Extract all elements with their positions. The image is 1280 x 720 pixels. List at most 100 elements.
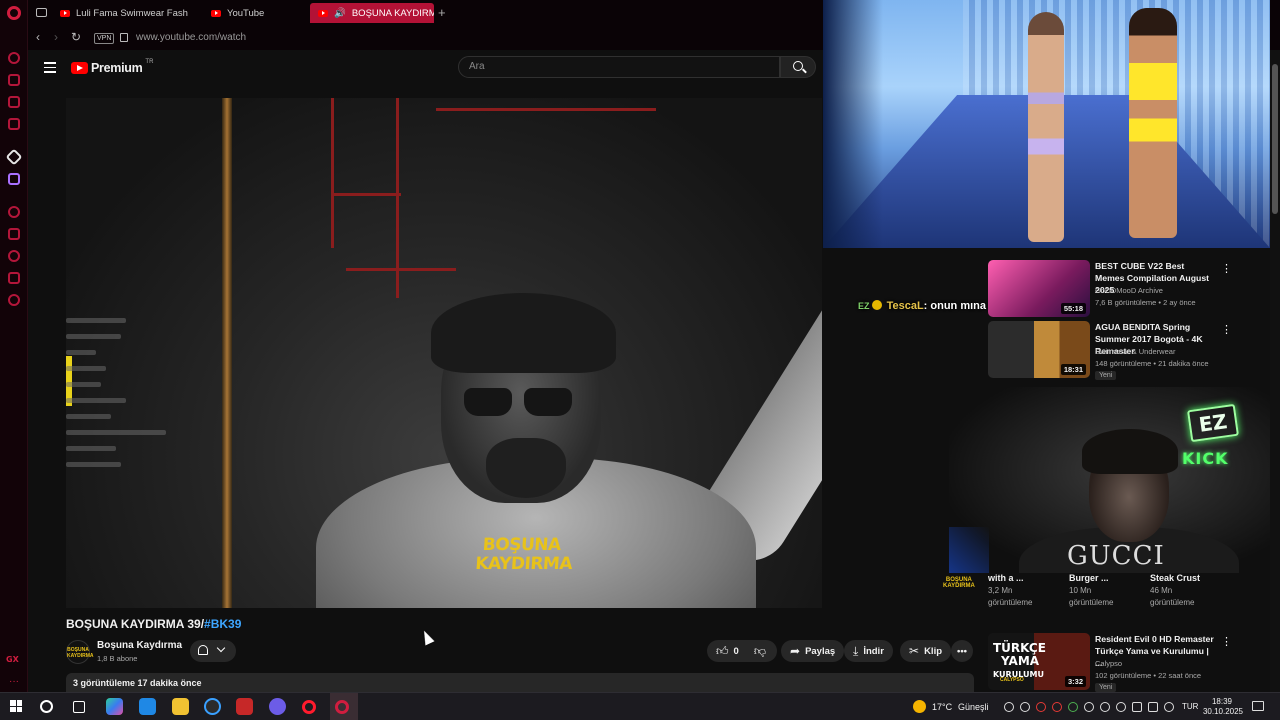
search-input[interactable]: Ara bbox=[458, 56, 780, 78]
more-icon[interactable]: ··· bbox=[9, 676, 19, 687]
discord-icon[interactable] bbox=[269, 698, 286, 715]
video-thumbnail[interactable]: TÜRKÇE YAMA KURULUMU CALYPSO 3:32 bbox=[988, 633, 1090, 690]
back-button[interactable]: ‹ bbox=[36, 30, 40, 44]
video-editor-icon[interactable] bbox=[236, 698, 253, 715]
workspace-icon[interactable] bbox=[36, 8, 47, 17]
windows-start-icon[interactable] bbox=[10, 700, 22, 712]
settings-tray-icon[interactable] bbox=[1100, 702, 1110, 712]
discord-tray-icon[interactable] bbox=[1020, 702, 1030, 712]
shorts-title[interactable]: with a ... bbox=[988, 573, 1063, 583]
volume-tray-icon[interactable] bbox=[1164, 702, 1174, 712]
new-tab-button[interactable]: + bbox=[438, 5, 446, 20]
copilot-icon[interactable] bbox=[106, 698, 123, 715]
download-button[interactable]: ⤓ İndir bbox=[844, 640, 893, 662]
subscribed-bell-button[interactable] bbox=[190, 640, 236, 662]
tv-icon[interactable] bbox=[8, 96, 20, 108]
network-tray-icon[interactable] bbox=[1084, 702, 1094, 712]
twitch-icon[interactable] bbox=[8, 173, 20, 185]
clock-date[interactable]: 30.10.2025 bbox=[1200, 707, 1246, 717]
youtube-logo-text: Premium bbox=[91, 61, 143, 75]
refresh-sidebar-icon[interactable] bbox=[8, 52, 20, 64]
player-icon[interactable] bbox=[8, 206, 20, 218]
search-taskbar-icon[interactable] bbox=[40, 700, 53, 713]
subscriber-count: 1,8 B abone bbox=[97, 654, 138, 663]
extension-icon[interactable] bbox=[8, 272, 20, 284]
speaker-icon[interactable]: 🔊 bbox=[334, 8, 346, 19]
opera-tray-icon[interactable] bbox=[1036, 702, 1046, 712]
kebab-menu-icon[interactable]: ⋮ bbox=[1221, 635, 1232, 648]
avatar-text: BOŞUNA KAYDIRMA bbox=[67, 647, 94, 659]
share-button[interactable]: ➦ Paylaş bbox=[781, 640, 845, 662]
opera-sidebar: GX ··· bbox=[0, 0, 28, 692]
clip-button[interactable]: ✂ Klip bbox=[900, 640, 952, 662]
kebab-menu-icon[interactable]: ⋮ bbox=[1221, 323, 1232, 336]
recommendation-channel[interactable]: GoODMooD Archive bbox=[1095, 286, 1163, 295]
opera-logo-icon[interactable] bbox=[7, 6, 21, 20]
more-actions-button[interactable]: ••• bbox=[951, 640, 973, 662]
thumbs-down-icon[interactable]: 👎︎ bbox=[754, 644, 766, 659]
tab-youtube[interactable]: YouTube bbox=[203, 3, 313, 23]
url-field[interactable]: www.youtube.com/watch bbox=[136, 32, 246, 43]
notification-icon[interactable] bbox=[1252, 701, 1264, 711]
shorts-view-count: 46 Mn bbox=[1150, 586, 1173, 595]
weather-sun-icon[interactable] bbox=[913, 700, 926, 713]
vpn-badge[interactable]: VPN bbox=[94, 33, 115, 44]
picture-in-picture-video[interactable] bbox=[823, 0, 1270, 248]
video-title: BOŞUNA KAYDIRMA 39/#BK39 bbox=[66, 617, 241, 631]
language-indicator[interactable]: TUR bbox=[1182, 702, 1198, 711]
task-view-icon[interactable] bbox=[73, 701, 85, 713]
temperature[interactable]: 17°C bbox=[932, 702, 952, 712]
shorts-item[interactable]: Burger ... 10 Mn görüntüleme bbox=[1069, 573, 1144, 609]
channel-name[interactable]: Boşuna Kaydırma bbox=[97, 640, 182, 651]
edge-icon[interactable] bbox=[139, 698, 156, 715]
opera-gx-icon[interactable] bbox=[335, 700, 349, 714]
gx-control-label[interactable]: GX bbox=[6, 655, 19, 664]
channel-avatar[interactable]: BOŞUNA KAYDIRMA bbox=[66, 640, 94, 664]
screen-recorder-icon[interactable] bbox=[204, 698, 221, 715]
reload-button[interactable]: ↻ bbox=[71, 30, 81, 44]
tab-luli-fama[interactable]: Luli Fama Swimwear Fash bbox=[52, 3, 202, 23]
recommendation-item[interactable]: TÜRKÇE YAMA KURULUMU CALYPSO 3:32 Reside… bbox=[988, 633, 1233, 693]
clock-time[interactable]: 18:39 bbox=[1205, 697, 1239, 707]
nvidia-tray-icon[interactable] bbox=[1068, 702, 1078, 712]
weather-condition[interactable]: Güneşli bbox=[958, 702, 989, 712]
youtube-logo[interactable]: Premium TR bbox=[71, 59, 153, 75]
youtube-header: Premium TR Ara bbox=[28, 50, 823, 88]
app-tray-icon[interactable] bbox=[1052, 702, 1062, 712]
steam-tray-icon[interactable] bbox=[1004, 702, 1014, 712]
tab-bosuna-kaydirma[interactable]: 🔊 BOŞUNA KAYDIRMA bbox=[310, 3, 434, 23]
shorts-title[interactable]: Burger ... bbox=[1069, 573, 1144, 583]
aria-icon[interactable] bbox=[5, 148, 23, 166]
bookmark-icon[interactable] bbox=[8, 228, 20, 240]
shorts-item[interactable]: Steak Crust 46 Mn görüntüleme bbox=[1150, 573, 1225, 609]
recommendation-channel[interactable]: Swimwear & Underwear bbox=[1095, 347, 1175, 356]
page-scrollbar[interactable] bbox=[1270, 50, 1280, 692]
forward-button[interactable]: › bbox=[54, 30, 58, 44]
shorts-item[interactable]: with a ... 3,2 Mn görüntüleme bbox=[988, 573, 1063, 609]
thumbs-up-icon[interactable]: 👍︎ bbox=[716, 644, 729, 659]
description-box[interactable]: 3 görüntüleme 17 dakika önce bbox=[66, 673, 974, 693]
microphone-tray-icon[interactable] bbox=[1116, 702, 1126, 712]
kebab-menu-icon[interactable]: ⋮ bbox=[1221, 262, 1232, 275]
menu-icon[interactable] bbox=[44, 62, 56, 76]
music-icon[interactable] bbox=[8, 118, 20, 130]
lock-icon[interactable] bbox=[120, 33, 128, 42]
settings-icon[interactable] bbox=[8, 294, 20, 306]
recommendation-item[interactable]: 55:18 BEST CUBE V22 Best Memes Compilati… bbox=[988, 260, 1233, 320]
history-icon[interactable] bbox=[8, 250, 20, 262]
display-tray-icon[interactable] bbox=[1132, 702, 1142, 712]
shorts-title[interactable]: Steak Crust bbox=[1150, 573, 1225, 583]
wifi-tray-icon[interactable] bbox=[1148, 702, 1158, 712]
video-player[interactable]: BOŞUNA KAYDIRMA bbox=[66, 98, 822, 608]
like-count[interactable]: 0 bbox=[734, 646, 739, 657]
scroll-thumb[interactable] bbox=[1272, 64, 1278, 214]
recommendation-item[interactable]: 18:31 AGUA BENDITA Spring Summer 2017 Bo… bbox=[988, 321, 1233, 381]
video-thumbnail[interactable]: 18:31 bbox=[988, 321, 1090, 378]
recommendation-channel[interactable]: Calypso bbox=[1095, 659, 1122, 668]
search-button[interactable] bbox=[780, 56, 816, 78]
bag-icon[interactable] bbox=[8, 74, 20, 86]
hashtag-link[interactable]: #BK39 bbox=[204, 617, 241, 631]
file-explorer-icon[interactable] bbox=[172, 698, 189, 715]
opera-taskbar-icon[interactable] bbox=[302, 700, 316, 714]
video-thumbnail[interactable]: 55:18 bbox=[988, 260, 1090, 317]
